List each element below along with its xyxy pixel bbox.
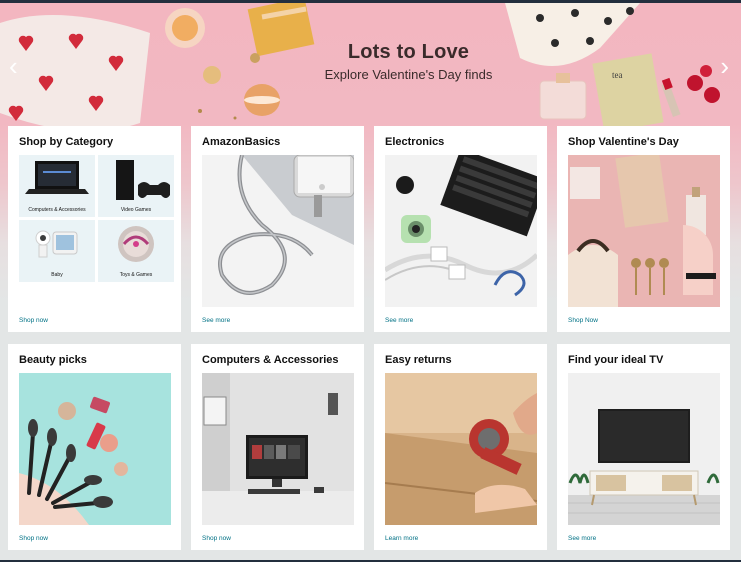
packing-box-image [385, 373, 537, 525]
card-title: Electronics [385, 136, 445, 148]
hero-headline: Lots to Love Explore Valentine's Day fin… [0, 41, 741, 82]
tv-image[interactable] [568, 373, 720, 525]
category-label: Baby [51, 272, 63, 278]
learn-more-link[interactable]: Learn more [385, 535, 418, 542]
beauty-image[interactable] [19, 373, 171, 525]
card-title: Shop Valentine's Day [568, 136, 679, 148]
see-more-link[interactable]: See more [202, 317, 230, 324]
card-title: Easy returns [385, 354, 452, 366]
hero-title: Lots to Love [347, 41, 470, 63]
card-electronics: Electronics See more [374, 126, 547, 332]
card-computers-accessories: Computers & Accessories Shop now [191, 344, 364, 550]
shop-now-link[interactable]: Shop now [202, 535, 231, 542]
electronics-collage-image [385, 155, 537, 307]
card-amazonbasics: AmazonBasics See more [191, 126, 364, 332]
card-title: Shop by Category [19, 136, 114, 148]
computers-image[interactable] [202, 373, 354, 525]
carousel-prev-icon[interactable]: ‹ [9, 53, 18, 79]
see-more-link[interactable]: See more [385, 317, 413, 324]
valentines-collage-image [568, 155, 720, 307]
card-title: Computers & Accessories [202, 354, 339, 366]
charging-cable-image [202, 155, 354, 307]
card-title: Find your ideal TV [568, 354, 664, 366]
category-tile-video-games[interactable]: Video Games [98, 155, 174, 217]
card-title: AmazonBasics [202, 136, 281, 148]
category-label: Toys & Games [119, 272, 153, 278]
card-beauty-picks: Beauty picks Shop now [8, 344, 181, 550]
hero-subtitle: Explore Valentine's Day finds [324, 67, 493, 82]
category-tile-baby[interactable]: Baby [19, 220, 95, 282]
easy-returns-image[interactable] [385, 373, 537, 525]
category-label: Computers & Accessories [28, 207, 86, 213]
shop-now-link[interactable]: Shop now [19, 317, 48, 324]
makeup-brushes-image [19, 373, 171, 525]
shop-now-link[interactable]: Shop now [19, 535, 48, 542]
card-shop-by-category: Shop by Category Computers & Accessories… [8, 126, 181, 332]
see-more-link[interactable]: See more [568, 535, 596, 542]
valentines-image[interactable] [568, 155, 720, 307]
electronics-image[interactable] [385, 155, 537, 307]
category-tile-toys[interactable]: Toys & Games [98, 220, 174, 282]
category-grid: Computers & Accessories Video Games Baby [19, 155, 174, 282]
amazonbasics-image[interactable] [202, 155, 354, 307]
card-shop-valentines-day: Shop Valentine's Day Shop Now [557, 126, 730, 332]
card-title: Beauty picks [19, 354, 87, 366]
living-room-tv-image [568, 373, 720, 525]
category-tile-computers[interactable]: Computers & Accessories [19, 155, 95, 217]
shop-now-link[interactable]: Shop Now [568, 317, 598, 324]
desktop-computer-image [202, 373, 354, 525]
card-find-your-ideal-tv: Find your ideal TV See more [557, 344, 730, 550]
carousel-next-icon[interactable]: › [720, 53, 729, 79]
card-easy-returns: Easy returns Learn more [374, 344, 547, 550]
category-label: Video Games [120, 207, 152, 213]
